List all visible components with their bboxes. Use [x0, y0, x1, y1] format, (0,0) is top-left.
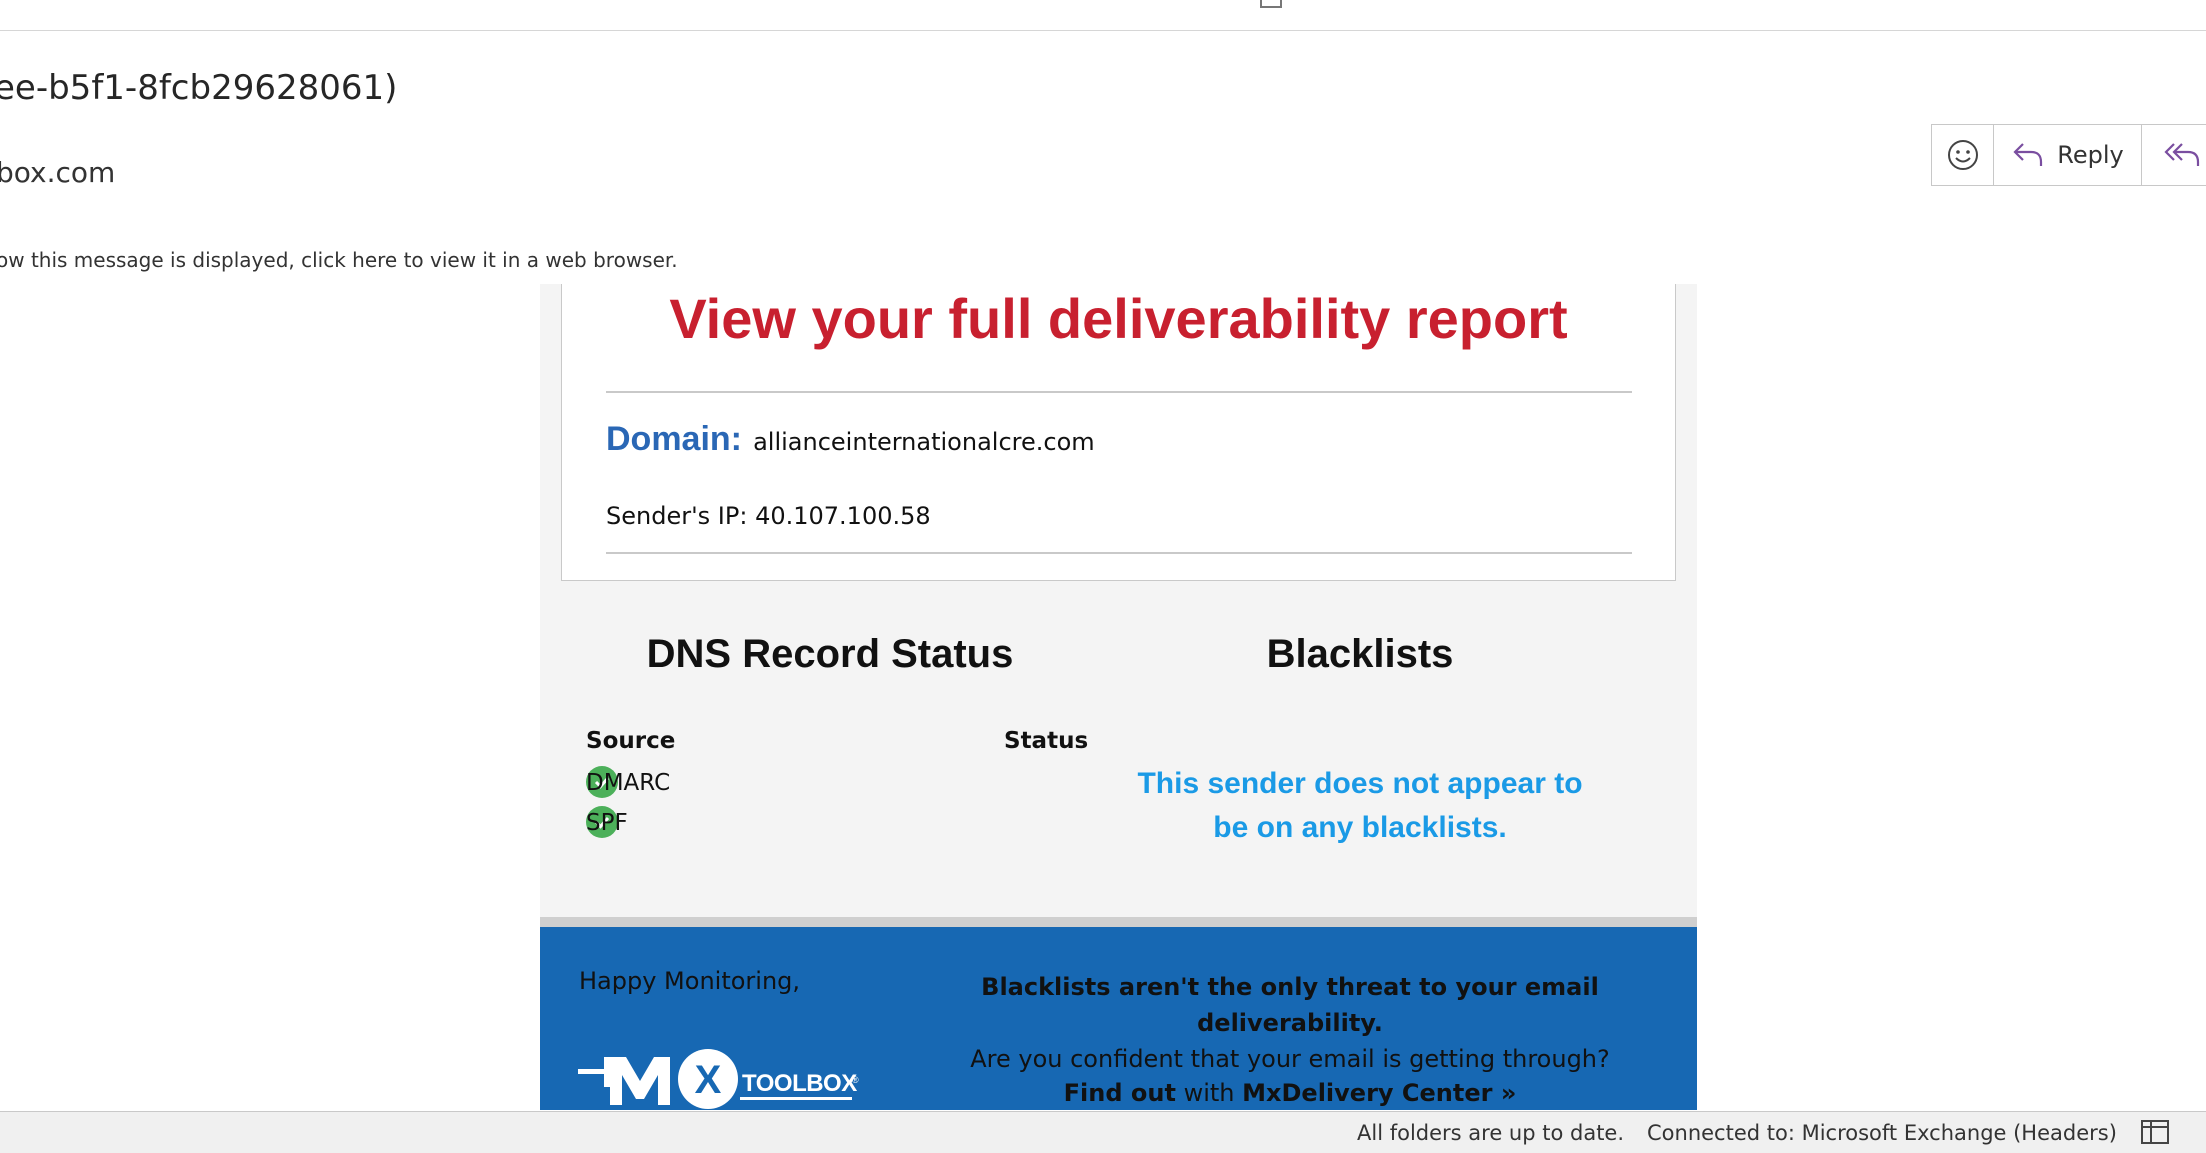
sync-status: All folders are up to date.	[1357, 1121, 1625, 1145]
email-footer: Happy Monitoring, X TOOLBOX ® Blacklists…	[540, 927, 1697, 1110]
react-button[interactable]	[1932, 125, 1994, 185]
footer-divider	[540, 917, 1697, 927]
sender-ip: Sender's IP: 40.107.100.58	[606, 502, 931, 530]
table-row: SPF	[586, 806, 1066, 846]
findout-link[interactable]: Find out with MxDelivery Center »	[930, 1079, 1650, 1107]
greeting: Happy Monitoring,	[579, 967, 801, 995]
display-notice-link[interactable]: ow this message is displayed, click here…	[0, 248, 678, 272]
reply-arrow-icon	[2013, 143, 2043, 166]
reply-all-arrow-icon	[2164, 143, 2200, 166]
divider	[606, 391, 1632, 393]
message-subject: ee-b5f1-8fcb29628061)	[0, 68, 398, 108]
reply-button[interactable]: Reply	[1994, 125, 2142, 185]
report-card: View your full deliverability report Dom…	[561, 284, 1676, 581]
status-bar: All folders are up to date. Connected to…	[0, 1111, 2206, 1153]
table-header: Source Status	[586, 726, 1088, 766]
reading-pane-icon[interactable]	[2141, 1120, 2169, 1144]
reply-label: Reply	[2057, 141, 2124, 169]
row-source: DMARC	[586, 770, 671, 796]
dns-status-table: Source Status DMARC SPF	[586, 726, 1088, 846]
domain-value: allianceinternationalcre.com	[753, 428, 1095, 456]
svg-text:®: ®	[852, 1075, 859, 1085]
report-title-link[interactable]: View your full deliverability report	[562, 286, 1675, 351]
domain-label: Domain:	[606, 420, 742, 458]
reply-all-button[interactable]	[2142, 125, 2206, 185]
table-row: DMARC	[586, 766, 1066, 806]
threat-message: Blacklists aren't the only threat to you…	[970, 973, 1610, 1073]
row-source: SPF	[586, 810, 628, 836]
domain-row: Domain: allianceinternationalcre.com	[606, 420, 1095, 459]
toolbar-strip	[0, 0, 2206, 31]
dns-heading: DNS Record Status	[646, 632, 1014, 676]
email-body: View your full deliverability report Dom…	[540, 284, 1697, 1110]
svg-text:X: X	[695, 1058, 722, 1102]
attachment-icon	[1260, 0, 1282, 8]
column-status: Status	[1004, 728, 1089, 754]
divider	[606, 552, 1632, 554]
message-sender[interactable]: box.com	[0, 156, 115, 189]
connection-status: Connected to: Microsoft Exchange (Header…	[1647, 1121, 2117, 1145]
svg-text:TOOLBOX: TOOLBOX	[742, 1070, 857, 1097]
mxtoolbox-logo[interactable]: X TOOLBOX ®	[578, 1039, 898, 1110]
column-source: Source	[586, 728, 676, 754]
blacklist-status: This sender does not appear to be on any…	[1137, 767, 1583, 844]
smiley-icon	[1947, 140, 1978, 170]
blacklists-heading: Blacklists	[1266, 632, 1454, 676]
message-actions: Reply	[1931, 124, 2206, 186]
